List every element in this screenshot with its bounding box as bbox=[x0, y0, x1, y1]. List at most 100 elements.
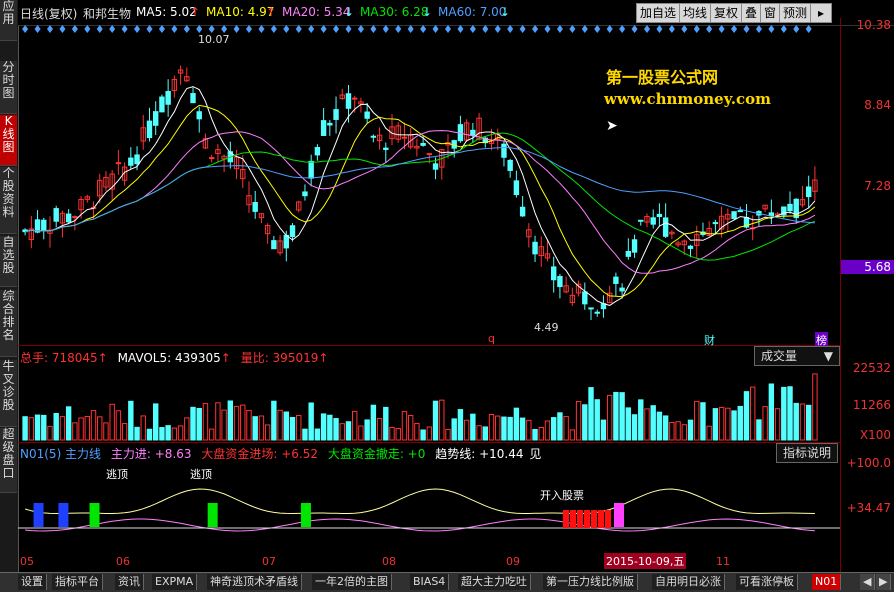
signal-diamond bbox=[519, 25, 526, 33]
volume-axis-mid: 11266 bbox=[852, 398, 891, 412]
volume-bar bbox=[737, 405, 743, 441]
volume-bar bbox=[240, 404, 246, 441]
btab-n01[interactable]: N01 bbox=[812, 574, 842, 590]
indicator-explain-button[interactable]: 指标说明 bbox=[776, 443, 839, 463]
mavol5-value: MAVOL5: 439305 bbox=[117, 351, 221, 365]
volume-bar bbox=[327, 414, 333, 441]
chart-header: 日线(复权) 和邦生物 MA5: 5.02 ↑ MA10: 4.97 ↑ MA2… bbox=[18, 0, 894, 26]
signal-diamond bbox=[345, 25, 352, 33]
volume-type-dropdown[interactable]: 成交量 ▼ bbox=[754, 346, 840, 366]
candle-body bbox=[582, 291, 588, 305]
volume-bar bbox=[762, 406, 768, 441]
forecast-button[interactable]: 预测 bbox=[779, 3, 812, 23]
volume-bar bbox=[258, 415, 265, 441]
tab-app[interactable]: 应用 bbox=[0, 0, 17, 41]
month-08: 08 bbox=[382, 555, 396, 568]
add-watchlist-button[interactable]: 加自选 bbox=[636, 3, 681, 23]
volume-bar bbox=[694, 400, 700, 441]
volume-bar bbox=[352, 410, 358, 441]
capital-enter: 大盘资金进场: +6.52 bbox=[201, 447, 318, 461]
tab-watchlist[interactable]: 自选股 bbox=[0, 236, 17, 287]
btab-news[interactable]: 资讯 bbox=[115, 574, 144, 590]
signal-diamond bbox=[382, 25, 389, 33]
signal-diamond bbox=[643, 25, 650, 33]
buy-block-highlight bbox=[614, 503, 624, 527]
btab-magic-escape[interactable]: 神奇逃顶术矛盾线 bbox=[207, 574, 302, 590]
volume-bar bbox=[84, 415, 90, 441]
signal-diamond bbox=[693, 25, 700, 33]
moving-average-button[interactable]: 均线 bbox=[679, 3, 712, 23]
signal-diamond bbox=[270, 25, 277, 33]
btab-bias4[interactable]: BIAS4 bbox=[410, 574, 450, 590]
volume-bar bbox=[669, 421, 675, 441]
tab-diagnosis[interactable]: 牛叉诊股 bbox=[0, 360, 17, 427]
tab-stock-info[interactable]: 个股资料 bbox=[0, 167, 17, 234]
signal-diamond bbox=[109, 25, 116, 33]
volume-bar bbox=[314, 428, 321, 441]
ma30-down-arrow: ↓ bbox=[422, 5, 433, 19]
expand-arrow-icon[interactable]: ▸ bbox=[810, 3, 832, 23]
btab-must-rise[interactable]: 自用明日必涨 bbox=[652, 574, 725, 590]
buy-block bbox=[577, 510, 583, 528]
volume-bar bbox=[252, 416, 258, 441]
volume-bar bbox=[153, 403, 159, 441]
signal-diamond bbox=[793, 25, 800, 33]
indicator-header: N01(5) 主力线 主力进: +8.63 大盘资金进场: +6.52 大盘资金… bbox=[20, 445, 541, 462]
tab-kline[interactable]: K线图 bbox=[0, 115, 17, 166]
btab-pressure-line[interactable]: 第一压力线比例版 bbox=[543, 574, 638, 590]
volume-bar bbox=[439, 399, 445, 441]
btab-double-main[interactable]: 一年2倍的主图 bbox=[312, 574, 392, 590]
volume-bar bbox=[72, 422, 78, 441]
volume-bar bbox=[526, 419, 532, 441]
signal-diamond bbox=[718, 25, 725, 33]
signal-diamond bbox=[805, 25, 812, 33]
signal-block bbox=[300, 503, 311, 527]
ma10-up-arrow: ↑ bbox=[266, 5, 277, 19]
signal-diamond bbox=[532, 25, 539, 33]
scroll-right-icon[interactable]: ▶ bbox=[876, 574, 892, 590]
candle-body bbox=[513, 180, 520, 196]
volume-bar bbox=[401, 411, 408, 441]
volume-bar bbox=[22, 416, 28, 441]
volume-bar bbox=[563, 416, 569, 441]
btab-settings[interactable]: 设置 bbox=[18, 574, 47, 590]
ma60-value: MA60: 7.00 bbox=[438, 5, 507, 19]
btab-super-main-force[interactable]: 超大主力吃吐 bbox=[458, 574, 531, 590]
volume-bar bbox=[140, 415, 146, 441]
volume-bar bbox=[289, 416, 296, 441]
volume-bar bbox=[756, 419, 762, 441]
volume-bar bbox=[476, 425, 482, 441]
volume-bar bbox=[470, 413, 476, 441]
mavol5-arrow: ↑ bbox=[220, 351, 231, 365]
candle-body bbox=[146, 120, 153, 139]
volume-bar bbox=[750, 386, 756, 441]
marker-q[interactable]: q bbox=[488, 332, 495, 345]
marker-finance[interactable]: 财 bbox=[704, 332, 715, 348]
volume-bar bbox=[457, 409, 464, 441]
total-volume-arrow: ↑ bbox=[97, 351, 108, 365]
signal-diamond bbox=[333, 25, 340, 33]
tab-ranking[interactable]: 综合排名 bbox=[0, 290, 17, 357]
btab-expma[interactable]: EXPMA bbox=[152, 574, 198, 590]
signal-diamond bbox=[208, 25, 215, 33]
volume-bar bbox=[414, 423, 420, 441]
volume-bar bbox=[650, 405, 656, 441]
volume-bar bbox=[551, 417, 557, 441]
tab-intraday[interactable]: 分时图 bbox=[0, 61, 17, 114]
candle-body bbox=[557, 276, 563, 288]
candle-body bbox=[289, 225, 296, 237]
escape-top-label-2: 逃顶 bbox=[190, 468, 212, 481]
overlay-button[interactable]: 叠 bbox=[741, 3, 762, 23]
volume-bar bbox=[370, 404, 377, 441]
volume-ratio: 量比: 395019 bbox=[240, 351, 319, 365]
btab-indicator-platform[interactable]: 指标平台 bbox=[52, 574, 103, 590]
scroll-left-icon[interactable]: ◀ bbox=[860, 574, 876, 590]
volume-indicator-divider bbox=[18, 442, 840, 443]
window-button[interactable]: 窗 bbox=[760, 3, 781, 23]
candle-body bbox=[345, 93, 352, 109]
tab-super-panel[interactable]: 超级盘口 bbox=[0, 428, 17, 493]
candle-body bbox=[352, 97, 358, 100]
restore-rights-button[interactable]: 复权 bbox=[710, 3, 743, 23]
btab-limit-up[interactable]: 可看涨停板 bbox=[736, 574, 798, 590]
indicator-name[interactable]: N01(5) 主力线 bbox=[20, 447, 101, 461]
